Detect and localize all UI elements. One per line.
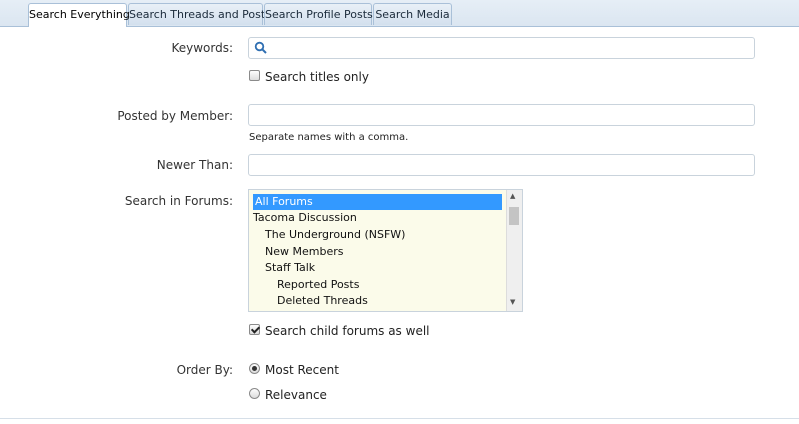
forums-scrollbar[interactable]: ▲ ▼ [506, 190, 522, 311]
search-titles-only-label: Search titles only [265, 70, 369, 84]
forum-option-staff-talk[interactable]: Staff Talk [253, 260, 315, 276]
forum-option-reported-posts[interactable]: Reported Posts [253, 277, 359, 293]
posted-by-label: Posted by Member: [117, 109, 233, 123]
tab-search-media[interactable]: Search Media [373, 3, 452, 25]
forums-listbox[interactable]: All Forums Tacoma Discussion The Undergr… [248, 189, 523, 312]
order-most-recent-radio[interactable] [249, 363, 260, 374]
posted-by-hint: Separate names with a comma. [249, 132, 409, 143]
tab-search-threads-posts[interactable]: Search Threads and Posts [128, 3, 271, 25]
search-child-forums-checkbox[interactable] [249, 324, 260, 335]
scroll-thumb[interactable] [509, 207, 519, 225]
scroll-up-icon[interactable]: ▲ [510, 192, 515, 200]
forum-option-new-members[interactable]: New Members [253, 244, 343, 260]
posted-by-member-input[interactable] [248, 104, 755, 126]
forum-option-tacoma-discussion[interactable]: Tacoma Discussion [253, 210, 357, 226]
newer-than-input[interactable] [248, 154, 755, 176]
forum-option-all-forums[interactable]: All Forums [253, 194, 502, 210]
keywords-label: Keywords: [171, 41, 233, 55]
order-by-label: Order By: [176, 363, 233, 377]
search-icon [254, 41, 267, 54]
newer-than-label: Newer Than: [156, 158, 233, 172]
search-titles-only-checkbox[interactable] [249, 70, 260, 81]
search-tabs: Search Everything Search Threads and Pos… [0, 0, 799, 27]
keywords-input[interactable] [248, 37, 755, 59]
tab-search-profile-posts[interactable]: Search Profile Posts [264, 3, 373, 25]
scroll-down-icon[interactable]: ▼ [510, 298, 515, 306]
search-in-forums-label: Search in Forums: [124, 194, 233, 208]
forum-option-the-underground[interactable]: The Underground (NSFW) [253, 227, 405, 243]
order-relevance-label: Relevance [265, 388, 327, 402]
order-most-recent-label: Most Recent [265, 363, 339, 377]
forum-option-deleted-threads[interactable]: Deleted Threads [253, 293, 368, 309]
form-bottom-divider [0, 418, 799, 419]
order-relevance-radio[interactable] [249, 388, 260, 399]
tab-search-everything[interactable]: Search Everything [28, 3, 130, 27]
search-child-forums-label: Search child forums as well [265, 324, 430, 338]
